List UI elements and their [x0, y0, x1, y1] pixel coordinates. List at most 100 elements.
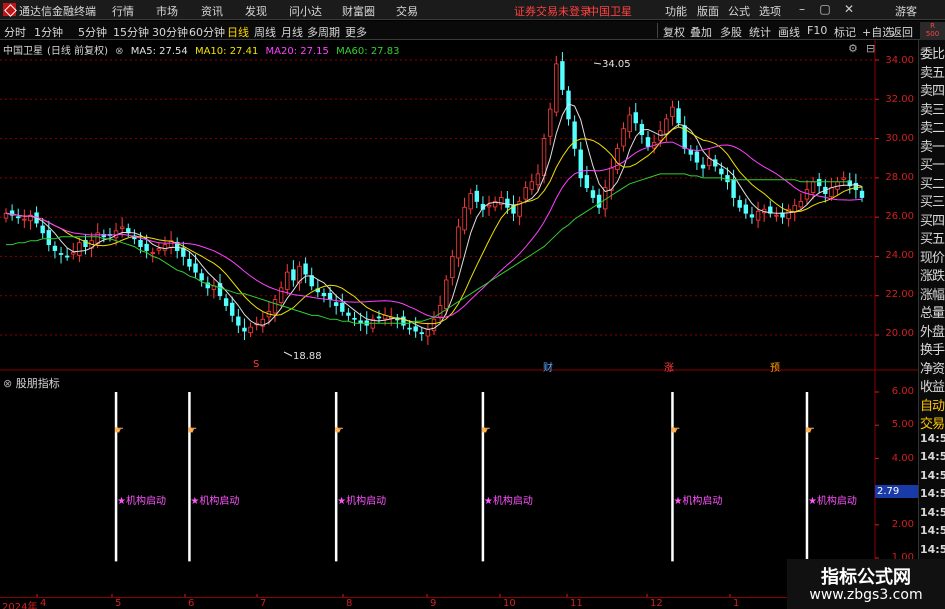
menu-formula[interactable]: 公式: [728, 3, 750, 19]
quote-item-5[interactable]: 卖一: [920, 136, 945, 155]
quote-item-3[interactable]: 卖三: [920, 99, 945, 118]
legend-ma10: MA10: 27.41: [194, 46, 259, 57]
app-logo-icon: [3, 3, 16, 16]
candle-body: [272, 299, 278, 314]
quote-item-2[interactable]: 卖四: [920, 80, 945, 99]
quote-item-4[interactable]: 卖二: [920, 117, 945, 136]
quote-item-19[interactable]: 自动: [920, 395, 945, 414]
minimize-icon[interactable]: –: [793, 1, 811, 18]
period-5min[interactable]: 5分钟: [78, 24, 107, 40]
period-weekly[interactable]: 周线: [254, 24, 276, 40]
quote-item-15[interactable]: 外盘: [920, 321, 945, 340]
menu-options[interactable]: 选项: [759, 3, 781, 19]
candle-body: [755, 210, 761, 221]
btn-stats[interactable]: 统计: [749, 24, 771, 40]
btn-add-favorite[interactable]: +自选: [862, 24, 893, 40]
quote-item-17[interactable]: 净资: [920, 358, 945, 377]
quote-item-18[interactable]: 收益: [920, 376, 945, 395]
quote-item-23[interactable]: 14:56: [920, 469, 945, 482]
legend-ma5: MA5: 27.54: [130, 46, 188, 57]
badge-top: R: [930, 22, 935, 30]
candle-body: [425, 328, 431, 337]
btn-draw[interactable]: 画线: [778, 24, 800, 40]
quote-item-1[interactable]: 卖五: [920, 62, 945, 81]
event-marker-s[interactable]: S: [253, 359, 259, 370]
user-label[interactable]: 游客: [895, 3, 917, 19]
quote-item-12[interactable]: 涨跌: [920, 265, 945, 284]
btn-mark[interactable]: 标记: [834, 24, 856, 40]
date-label-9: 9: [430, 598, 437, 609]
maximize-icon[interactable]: ▢: [816, 1, 834, 18]
period-multi[interactable]: 多周期: [307, 24, 340, 40]
login-notice[interactable]: 证券交易未登录: [514, 3, 591, 19]
quote-item-25[interactable]: 14:56: [920, 506, 945, 519]
menu-wealth[interactable]: 财富圈: [342, 3, 375, 19]
quote-item-6[interactable]: 买一: [920, 154, 945, 173]
btn-multistock[interactable]: 多股: [720, 24, 742, 40]
btn-back[interactable]: 返回: [891, 24, 913, 40]
period-60min[interactable]: 60分钟: [189, 24, 225, 40]
hand-pointer-icon: ☛: [187, 424, 197, 437]
kline-chart[interactable]: ☛ ☛ ☛ ☛ ☛ ☛: [0, 40, 918, 597]
quote-item-16[interactable]: 换手: [920, 339, 945, 358]
candle-body: [584, 175, 590, 189]
btn-adjust[interactable]: 复权: [663, 24, 685, 40]
menu-assistant[interactable]: 问小达: [289, 3, 322, 19]
candle-body: [462, 206, 467, 231]
quote-item-24[interactable]: 14:56: [920, 487, 945, 500]
signal-label: ★机构启动: [483, 496, 533, 507]
event-marker-forecast[interactable]: 预: [770, 359, 780, 374]
chart-options-gear-icon[interactable]: ⚙: [848, 42, 858, 55]
menu-quotes[interactable]: 行情: [112, 3, 134, 19]
candle-body: [437, 305, 443, 318]
quote-item-27[interactable]: 14:56: [920, 543, 945, 556]
quote-item-0[interactable]: 委比: [920, 43, 945, 62]
indicator-panel-title[interactable]: ⊗ 股朋指标: [3, 375, 60, 391]
date-label-5: 5: [115, 598, 122, 609]
btn-f10[interactable]: F10: [807, 24, 827, 37]
legend-collapse-icon[interactable]: ⊗: [115, 46, 123, 57]
quote-item-14[interactable]: 总量: [920, 302, 945, 321]
period-15min[interactable]: 15分钟: [113, 24, 149, 40]
quote-item-26[interactable]: 14:56: [920, 524, 945, 537]
candle-body: [737, 200, 742, 208]
indicator-collapse-icon[interactable]: ⊗: [3, 377, 12, 390]
quote-item-11[interactable]: 现价: [920, 247, 945, 266]
menu-function[interactable]: 功能: [665, 3, 687, 19]
quote-item-22[interactable]: 14:56: [920, 450, 945, 463]
period-1min[interactable]: 1分钟: [34, 24, 63, 40]
candle-body: [77, 242, 82, 256]
quote-item-9[interactable]: 买四: [920, 210, 945, 229]
period-monthly[interactable]: 月线: [281, 24, 303, 40]
period-30min[interactable]: 30分钟: [152, 24, 188, 40]
menu-market[interactable]: 市场: [156, 3, 178, 19]
quote-item-8[interactable]: 买三: [920, 191, 945, 210]
chart-collapse-icon[interactable]: ⊟: [866, 42, 875, 55]
period-daily[interactable]: 日线: [227, 24, 249, 40]
event-marker-limitup[interactable]: 涨: [664, 359, 674, 374]
period-timeshare[interactable]: 分时: [4, 24, 26, 40]
menu-trade[interactable]: 交易: [396, 3, 418, 19]
close-icon[interactable]: ✕: [840, 1, 858, 18]
quote-item-21[interactable]: 14:56: [920, 432, 945, 445]
menu-news[interactable]: 资讯: [201, 3, 223, 19]
candle-body: [554, 63, 559, 113]
indicator-name: 股朋指标: [15, 377, 60, 390]
menu-discover[interactable]: 发现: [245, 3, 267, 19]
price-label-34: 34.00: [885, 55, 914, 66]
r500-badge[interactable]: R 500: [920, 22, 945, 40]
btn-overlay[interactable]: 叠加: [690, 24, 712, 40]
menu-layout[interactable]: 版面: [697, 3, 719, 19]
quote-item-10[interactable]: 买五: [920, 228, 945, 247]
date-label-12: 12: [650, 598, 663, 609]
period-more[interactable]: 更多: [345, 24, 367, 40]
ma-legend: 中国卫星 (日线 前复权) ⊗ MA5: 27.54 MA10: 27.41 MA…: [3, 42, 403, 57]
candle-body: [413, 326, 418, 332]
candle-body: [327, 292, 333, 301]
quote-item-13[interactable]: 涨幅: [920, 284, 945, 303]
event-marker-finance[interactable]: 财: [543, 359, 553, 374]
candle-body: [450, 256, 455, 279]
quote-item-20[interactable]: 交易: [920, 413, 945, 432]
quote-item-7[interactable]: 买二: [920, 173, 945, 192]
signal-label: ★机构启动: [673, 496, 723, 507]
